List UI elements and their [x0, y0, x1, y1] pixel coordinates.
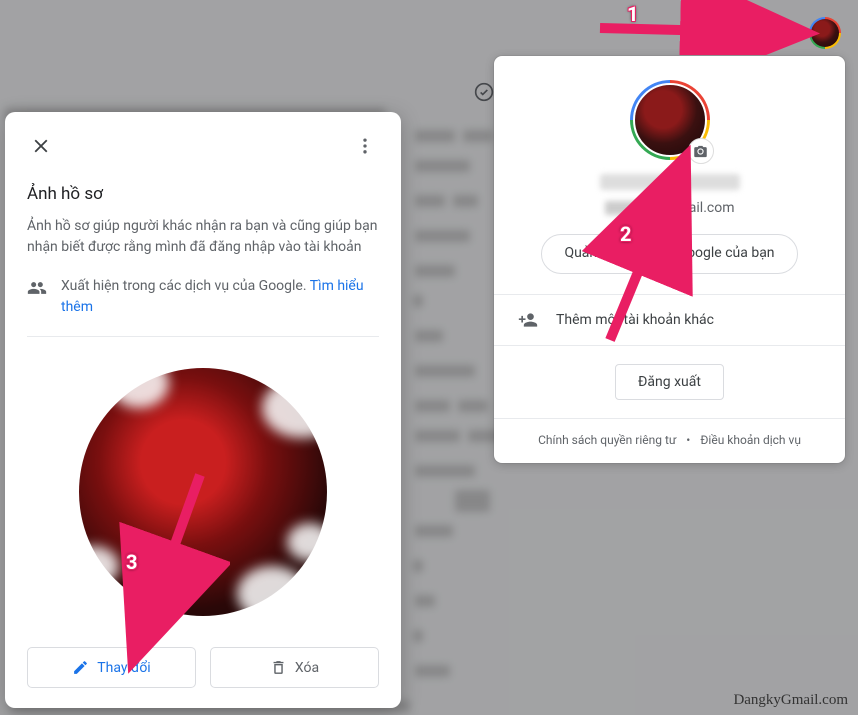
more-vert-icon	[355, 136, 375, 156]
profile-photo-dialog: Ảnh hồ sơ Ảnh hồ sơ giúp người khác nhận…	[5, 112, 401, 708]
account-name-redacted	[600, 174, 740, 190]
add-account-row[interactable]: Thêm một tài khoản khác	[494, 295, 845, 345]
visibility-text: Xuất hiện trong các dịch vụ của Google.	[61, 278, 310, 294]
dialog-title: Ảnh hồ sơ	[27, 184, 379, 204]
profile-photo-preview	[79, 368, 327, 616]
visibility-info: Xuất hiện trong các dịch vụ của Google. …	[27, 276, 379, 318]
terms-link[interactable]: Điều khoản dịch vụ	[700, 433, 801, 447]
more-options-button[interactable]	[351, 132, 379, 160]
close-icon	[30, 135, 52, 157]
footer-dot: •	[686, 433, 690, 447]
trash-icon	[270, 659, 287, 676]
change-photo-button[interactable]: Thay đổi	[27, 647, 196, 688]
camera-icon	[693, 144, 708, 159]
watermark: DangkyGmail.com	[733, 692, 848, 709]
popover-avatar-wrap	[630, 80, 710, 160]
signout-button[interactable]: Đăng xuất	[615, 364, 724, 400]
manage-account-button[interactable]: Quản lý Tài khoản Google của bạn	[541, 234, 797, 274]
remove-photo-button[interactable]: Xóa	[210, 647, 379, 688]
change-photo-badge[interactable]	[688, 138, 714, 164]
person-add-icon	[518, 310, 538, 330]
account-popover: mail.com Quản lý Tài khoản Google của bạ…	[494, 56, 845, 463]
add-account-label: Thêm một tài khoản khác	[556, 312, 714, 328]
people-icon	[27, 278, 47, 298]
account-avatar-button[interactable]	[809, 17, 841, 49]
remove-label: Xóa	[295, 660, 319, 676]
dialog-description: Ảnh hồ sơ giúp người khác nhận ra bạn và…	[27, 216, 379, 258]
avatar-image	[811, 19, 839, 47]
photo-preview-area	[27, 337, 379, 647]
close-button[interactable]	[27, 132, 55, 160]
privacy-link[interactable]: Chính sách quyền riêng tư	[538, 433, 676, 447]
pencil-icon	[72, 659, 89, 676]
change-label: Thay đổi	[97, 660, 150, 676]
account-email: mail.com	[605, 200, 735, 216]
popover-footer: Chính sách quyền riêng tư • Điều khoản d…	[494, 418, 845, 463]
email-suffix: mail.com	[677, 200, 735, 216]
